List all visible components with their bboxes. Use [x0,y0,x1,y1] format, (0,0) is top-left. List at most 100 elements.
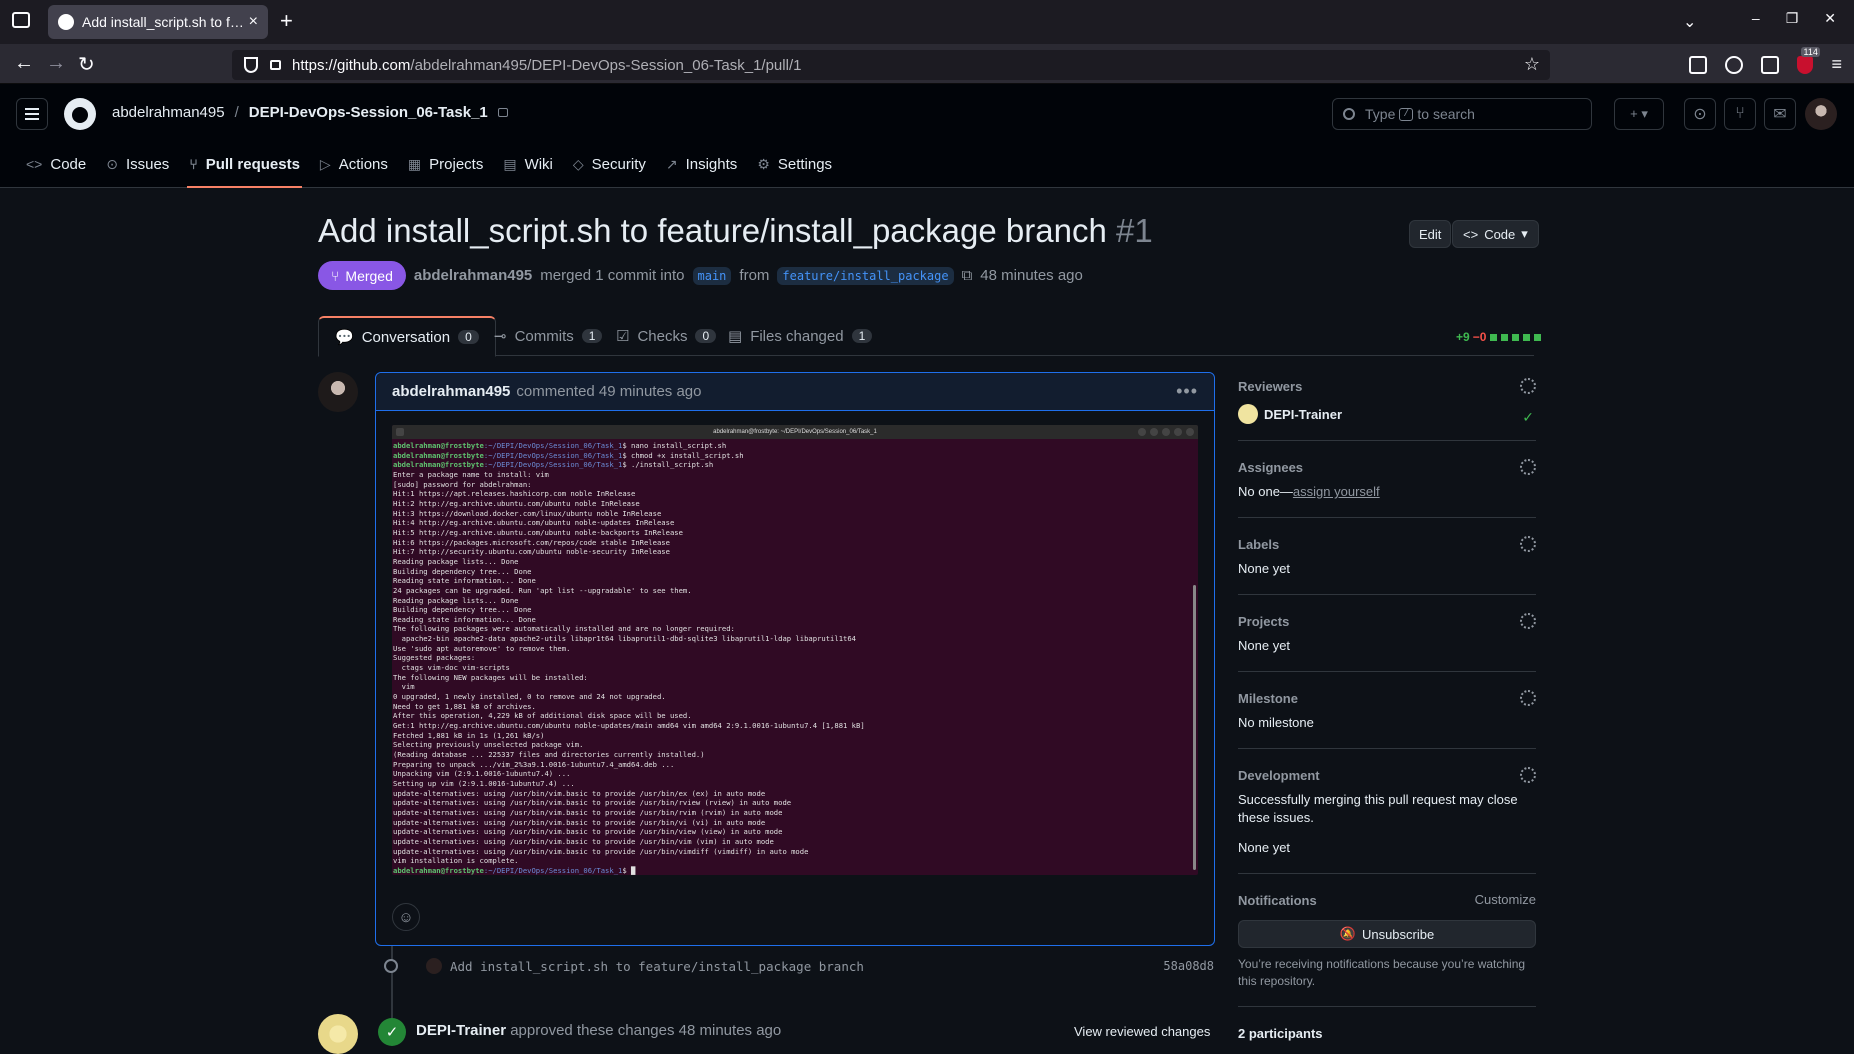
assign-yourself-link[interactable]: assign yourself [1293,484,1380,499]
tracking-shield-icon[interactable] [244,57,258,73]
extensions-icon[interactable] [1761,55,1780,74]
app-menu-icon[interactable]: ≡ [1831,54,1842,75]
unsubscribe-label: Unsubscribe [1361,926,1435,942]
tab-issues[interactable]: ⊙ Issues [96,140,179,188]
browser-tab[interactable]: Add install_script.sh to f… × [48,5,268,39]
terminal-line: Unpacking vim (2:9.1.0016-1ubuntu7.4) ..… [393,769,571,779]
browser-tab-bar: Add install_script.sh to f… × + ⌄ – ❐ ✕ [0,0,1854,44]
create-new-button[interactable]: + ▾ [1614,98,1664,130]
new-tab-button[interactable]: + [280,8,293,34]
reviewer-item[interactable]: DEPI-Trainer [1238,404,1536,424]
comment-header: abdelrahman495 commented 49 minutes ago [376,373,1214,411]
issues-icon[interactable]: ⊙ [1684,98,1716,130]
base-branch[interactable]: main [692,266,732,285]
tab-insights[interactable]: ↗ Insights [656,140,747,188]
participants-title: 2 participants [1238,1025,1323,1041]
repo-owner-link[interactable]: abdelrahman495 [112,104,225,121]
tab-overflow-chevron-icon[interactable]: ⌄ [1683,12,1696,32]
tab-pull-requests[interactable]: ⑂ Pull requests [179,140,310,188]
search-input[interactable]: Type / to search [1332,98,1592,130]
tab-code[interactable]: <> Code [16,140,96,188]
comment-author-avatar[interactable] [318,372,358,412]
inbox-icon[interactable]: ✉ [1764,98,1796,130]
close-tab-icon[interactable]: × [249,13,258,31]
user-avatar[interactable] [1805,98,1837,130]
terminal-line: Preparing to unpack .../vim_2%3a9.1.0016… [393,759,675,769]
tab-list-icon[interactable] [12,12,30,28]
browser-nav-bar: ← → ↻ https://github.com/abdelrahman495/… [0,44,1854,84]
diffstat-block [1490,333,1498,341]
tab-actions[interactable]: ▷ Actions [310,140,398,188]
milestone-value: No milestone [1238,715,1314,730]
lock-icon[interactable] [270,60,281,70]
edit-button[interactable]: Edit [1409,220,1452,248]
tab-label: Settings [777,155,833,173]
global-menu-button[interactable] [16,98,48,130]
terminal-line: abdelrahman@frostbyte:~/DEPI/DevOps/Sess… [393,441,1198,451]
gear-icon[interactable] [1520,690,1536,706]
tab-security[interactable]: ◇ Security [563,140,656,188]
sidebar: Reviewers DEPI-Trainer ✓ Assignees No on… [1238,376,1536,1043]
close-window-icon[interactable]: ✕ [1824,10,1836,27]
reviewer-name: DEPI-Trainer [1264,406,1343,422]
pr-title-text: Add install_script.sh to feature/install… [318,212,1107,249]
terminal-window-buttons [1138,428,1194,436]
terminal-titlebar: abdelrahman@frostbyte: ~/DEPI/DevOps/Ses… [392,425,1198,439]
projects-title: Projects [1238,613,1290,629]
more-options-icon[interactable]: ••• [1176,381,1198,402]
repo-name-link[interactable]: DEPI-DevOps-Session_06-Task_1 [249,104,488,121]
head-branch[interactable]: feature/install_package [777,266,954,285]
github-logo-icon[interactable] [64,98,96,130]
pr-author-link[interactable]: abdelrahman495 [414,267,532,284]
pull-requests-icon[interactable]: ⑂ [1724,98,1756,130]
milestone-title: Milestone [1238,690,1298,706]
additions-count: +9 [1456,330,1470,344]
reviewer-link[interactable]: DEPI-Trainer [416,1022,506,1039]
comment-author[interactable]: abdelrahman495 [392,383,510,400]
commit-sha-link[interactable]: 58a08d8 [1163,959,1214,973]
reviewer-avatar[interactable] [318,1014,358,1054]
reload-icon[interactable]: ↻ [78,52,95,77]
terminal-line: Building dependency tree... Done [393,605,532,615]
bookmark-star-icon[interactable]: ☆ [1524,54,1540,75]
gear-icon[interactable] [1520,459,1536,475]
ublock-icon[interactable]: 114 [1797,46,1820,74]
url-bar[interactable]: https://github.com/abdelrahman495/DEPI-D… [232,50,1550,80]
reviewers-section: Reviewers DEPI-Trainer ✓ [1238,376,1536,441]
development-section: Development Successfully merging this pu… [1238,765,1536,874]
chevron-down-icon: ▾ [1521,226,1528,241]
pr-time: 48 minutes ago [980,267,1083,284]
copy-icon[interactable]: ⧉ [962,267,973,284]
tab-commits[interactable]: ⊸ Commits 1 [478,316,618,356]
gear-icon[interactable] [1520,536,1536,552]
gear-icon[interactable] [1520,613,1536,629]
terminal-line: vim [393,682,415,692]
gear-icon[interactable] [1520,767,1536,783]
add-reaction-button[interactable]: ☺ [392,903,420,931]
search-shortcut-key: / [1399,107,1414,121]
terminal-line: 24 packages can be upgraded. Run 'apt li… [393,585,692,595]
tab-files-changed[interactable]: ▤ Files changed 1 [712,316,888,356]
page-title: Add install_script.sh to feature/install… [318,212,1153,250]
pocket-icon[interactable] [1689,55,1708,74]
terminal-line: Reading package lists... Done [393,556,519,566]
terminal-scrollbar [1193,585,1196,870]
back-arrow-icon[interactable]: ← [14,52,34,75]
customize-link[interactable]: Customize [1475,892,1536,907]
tab-conversation[interactable]: 💬 Conversation 0 [318,316,496,357]
terminal-line: update-alternatives: using /usr/bin/vim.… [393,807,783,817]
tab-wiki[interactable]: ▤ Wiki [493,140,563,188]
tab-projects[interactable]: ▦ Projects [398,140,493,188]
tab-settings[interactable]: ⚙ Settings [747,140,842,188]
account-icon[interactable] [1725,55,1744,74]
gear-icon[interactable] [1520,378,1536,394]
commit-author-avatar[interactable] [426,958,442,974]
forward-arrow-icon[interactable]: → [46,52,66,75]
code-dropdown-button[interactable]: <> Code ▾ [1452,220,1539,248]
restore-icon[interactable]: ❐ [1786,10,1799,27]
minimize-icon[interactable]: – [1752,10,1760,27]
commit-message-link[interactable]: Add install_script.sh to feature/install… [450,959,864,974]
terminal-screenshot[interactable]: abdelrahman@frostbyte: ~/DEPI/DevOps/Ses… [392,425,1198,875]
unsubscribe-button[interactable]: 🔕 Unsubscribe [1238,920,1536,948]
view-reviewed-changes-button[interactable]: View reviewed changes [1074,1024,1210,1039]
